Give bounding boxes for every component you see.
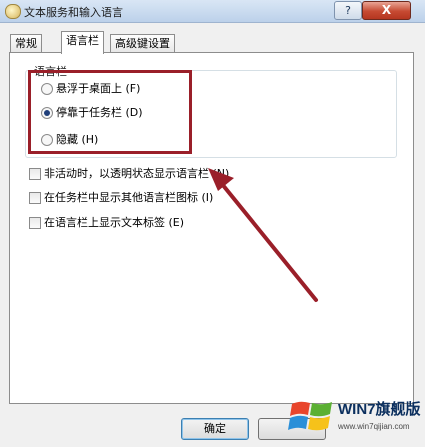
watermark: WIN7旗舰版 www.win7qijian.com (288, 392, 425, 447)
watermark-brand: WIN7旗舰版 (338, 401, 421, 418)
watermark-url: www.win7qijian.com (338, 422, 410, 431)
windows-logo-icon (288, 401, 332, 431)
annotation-arrow (208, 168, 318, 302)
